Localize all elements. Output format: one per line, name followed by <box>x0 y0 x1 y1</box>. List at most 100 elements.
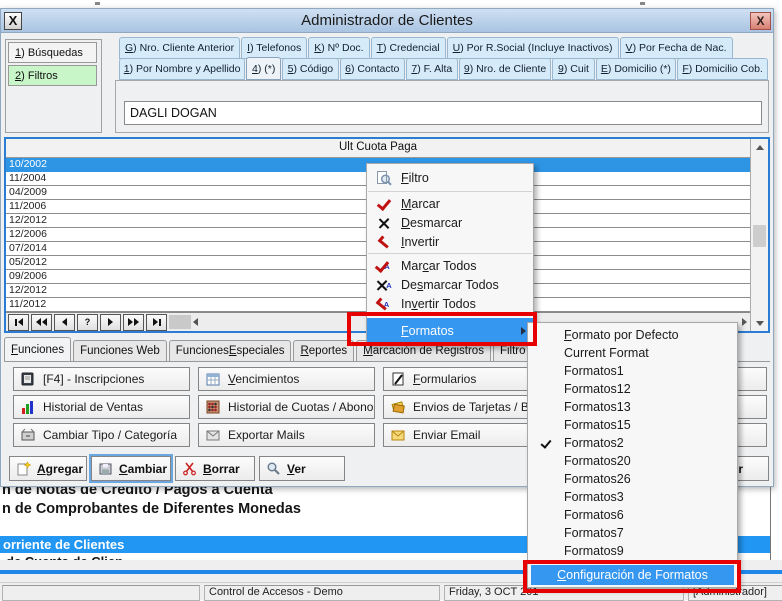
submenu-item-label: Formatos3 <box>564 490 624 504</box>
submenu-item-formatos12[interactable]: Formatos12 <box>528 380 737 398</box>
tab-credencial[interactable]: T) Credencial <box>371 37 446 59</box>
menu-item-desmarcar-todos[interactable]: A Desmarcar Todos <box>367 275 533 294</box>
menu-item-label: Filtro <box>401 171 533 185</box>
menu-item-label: Marcar Todos <box>401 259 533 273</box>
tab-codigo[interactable]: 5) Código <box>282 58 339 80</box>
menu-item-invertir-todos[interactable]: A Invertir Todos <box>367 294 533 313</box>
menu-item-marcar[interactable]: Marcar <box>367 194 533 213</box>
menu-item-formatos[interactable]: Formatos <box>367 318 533 343</box>
tab-nro-cliente-anterior[interactable]: G) Nro. Cliente Anterior <box>119 37 240 59</box>
tab-busquedas[interactable]: 1) Búsquedas <box>8 42 97 63</box>
button-label: Cambiar Tipo / Categoría <box>43 428 177 442</box>
menu-item-marcar-todos[interactable]: A Marcar Todos <box>367 256 533 275</box>
tab-contacto[interactable]: 6) Contacto <box>340 58 405 80</box>
tab-domicilio-cob[interactable]: F) Domicilio Cob. <box>677 58 768 80</box>
tab-funciones-web[interactable]: Funciones Web <box>73 340 167 362</box>
menu-item-filtro[interactable]: Filtro <box>367 166 533 189</box>
tab-por-rsocial[interactable]: U) Por R.Social (Incluye Inactivos) <box>447 37 619 59</box>
nav-next-button[interactable] <box>100 314 121 331</box>
vencimientos-button[interactable]: Vencimientos <box>198 367 375 391</box>
tab-telefonos[interactable]: I) Telefonos <box>241 37 307 59</box>
bar-chart-icon <box>20 399 36 415</box>
cambiar-button[interactable]: Cambiar <box>91 456 171 481</box>
tab-cuit[interactable]: 9) Cuit <box>552 58 594 80</box>
v-scroll-down-button[interactable] <box>751 315 768 331</box>
scissors-icon <box>182 461 197 476</box>
tab-funciones[interactable]: Funciones <box>4 337 71 362</box>
v-scrollbar-thumb[interactable] <box>753 225 766 247</box>
cards-icon <box>390 399 406 415</box>
book-icon <box>20 371 36 387</box>
envelope-yellow-icon <box>390 427 406 443</box>
submenu-item-formatos2-checked[interactable]: Formatos2 <box>528 434 737 452</box>
background-text-clip1: n de Notas de Crédito / Pagos a Cuenta <box>2 487 542 500</box>
historial-ventas-button[interactable]: Historial de Ventas <box>13 395 190 419</box>
v-scroll-up-button[interactable] <box>751 139 768 155</box>
search-input[interactable] <box>124 101 762 125</box>
nav-prev-button[interactable] <box>54 314 75 331</box>
h-scroll-left-icon[interactable] <box>193 318 198 326</box>
historial-cuotas-button[interactable]: Historial de Cuotas / Abonos <box>198 395 375 419</box>
submenu-item-formatos13[interactable]: Formatos13 <box>528 398 737 416</box>
h-scroll-right-icon[interactable] <box>742 318 747 326</box>
button-label: [F4] - Inscripciones <box>43 372 144 386</box>
tab-reportes[interactable]: Reportes <box>293 340 354 362</box>
ver-button[interactable]: Ver <box>259 456 345 481</box>
grid-column-header[interactable]: Ult Cuota Paga <box>6 139 750 158</box>
h-scrollbar-thumb[interactable] <box>169 315 191 329</box>
tab-por-nombre-apellido[interactable]: 1) Por Nombre y Apellido <box>119 58 245 80</box>
tab-4-active[interactable]: 4) (*) <box>246 57 281 80</box>
tab-nro-doc[interactable]: K) Nº Doc. <box>308 37 369 59</box>
first-icon <box>15 319 17 326</box>
menu-item-desmarcar[interactable]: Desmarcar <box>367 213 533 232</box>
tab-domicilio[interactable]: E) Domicilio (*) <box>596 58 677 80</box>
submenu-item-label: Formato por Defecto <box>564 328 679 342</box>
cambiar-tipo-categoria-button[interactable]: Cambiar Tipo / Categoría <box>13 423 190 447</box>
nav-fast-back-button[interactable] <box>31 314 52 331</box>
inscripciones-button[interactable]: [F4] - Inscripciones <box>13 367 190 391</box>
submenu-item-formatos20[interactable]: Formatos20 <box>528 452 737 470</box>
submenu-item-configuracion-de-formatos[interactable]: Configuración de Formatos <box>531 565 734 585</box>
tab-f-alta[interactable]: 7) F. Alta <box>406 58 458 80</box>
button-label: Historial de Cuotas / Abonos <box>228 400 375 414</box>
submenu-item-formatos3[interactable]: Formatos3 <box>528 488 737 506</box>
submenu-item-label: Formatos1 <box>564 364 624 378</box>
abacus-icon <box>205 399 221 415</box>
next-icon <box>108 318 113 326</box>
submenu-item-formatos26[interactable]: Formatos26 <box>528 470 737 488</box>
tab-nro-de-cliente[interactable]: 9) Nro. de Cliente <box>459 58 552 80</box>
submenu-item-label: Formatos6 <box>564 508 624 522</box>
button-label: Agregar <box>37 462 83 476</box>
nav-last-button[interactable] <box>146 314 167 331</box>
black-cross-icon <box>367 217 401 229</box>
tab-filtros[interactable]: 2) Filtros <box>8 65 97 86</box>
nav-fast-forward-button[interactable] <box>123 314 144 331</box>
menu-item-label: Invertir <box>401 235 533 249</box>
nav-search-button[interactable]: ? <box>77 314 98 331</box>
fast-forward-icon <box>134 318 139 326</box>
v-scrollbar-track[interactable] <box>751 155 768 315</box>
red-invert-icon <box>367 236 401 248</box>
tab-por-fecha-nac[interactable]: V) Por Fecha de Nac. <box>620 37 733 59</box>
menu-item-invertir[interactable]: Invertir <box>367 232 533 251</box>
submenu-item-formatos7[interactable]: Formatos7 <box>528 524 737 542</box>
titlebar[interactable]: X Administrador de Clientes X <box>1 9 773 33</box>
submenu-item-label: Formatos2 <box>564 436 624 450</box>
submenu-item-formatos6[interactable]: Formatos6 <box>528 506 737 524</box>
v-scrollbar[interactable] <box>750 139 768 331</box>
submenu-item-formatos15[interactable]: Formatos15 <box>528 416 737 434</box>
submenu-item-formato-por-defecto[interactable]: Formato por Defecto <box>528 326 737 344</box>
clipped-background-text-fragment <box>640 2 645 5</box>
nav-first-button[interactable] <box>8 314 29 331</box>
submenu-item-formatos1[interactable]: Formatos1 <box>528 362 737 380</box>
submenu-item-formatos9[interactable]: Formatos9 <box>528 542 737 560</box>
exportar-mails-button[interactable]: Exportar Mails <box>198 423 375 447</box>
borrar-button[interactable]: Borrar <box>175 456 255 481</box>
red-check-all-icon: A <box>367 259 401 272</box>
tab-funciones-especiales[interactable]: Funciones Especiales <box>169 340 292 362</box>
agregar-button[interactable]: Agregar <box>9 456 87 481</box>
check-icon <box>540 437 551 449</box>
close-button[interactable]: X <box>750 12 771 30</box>
submenu-item-current-format[interactable]: Current Format <box>528 344 737 362</box>
button-label: Ver <box>287 462 306 476</box>
